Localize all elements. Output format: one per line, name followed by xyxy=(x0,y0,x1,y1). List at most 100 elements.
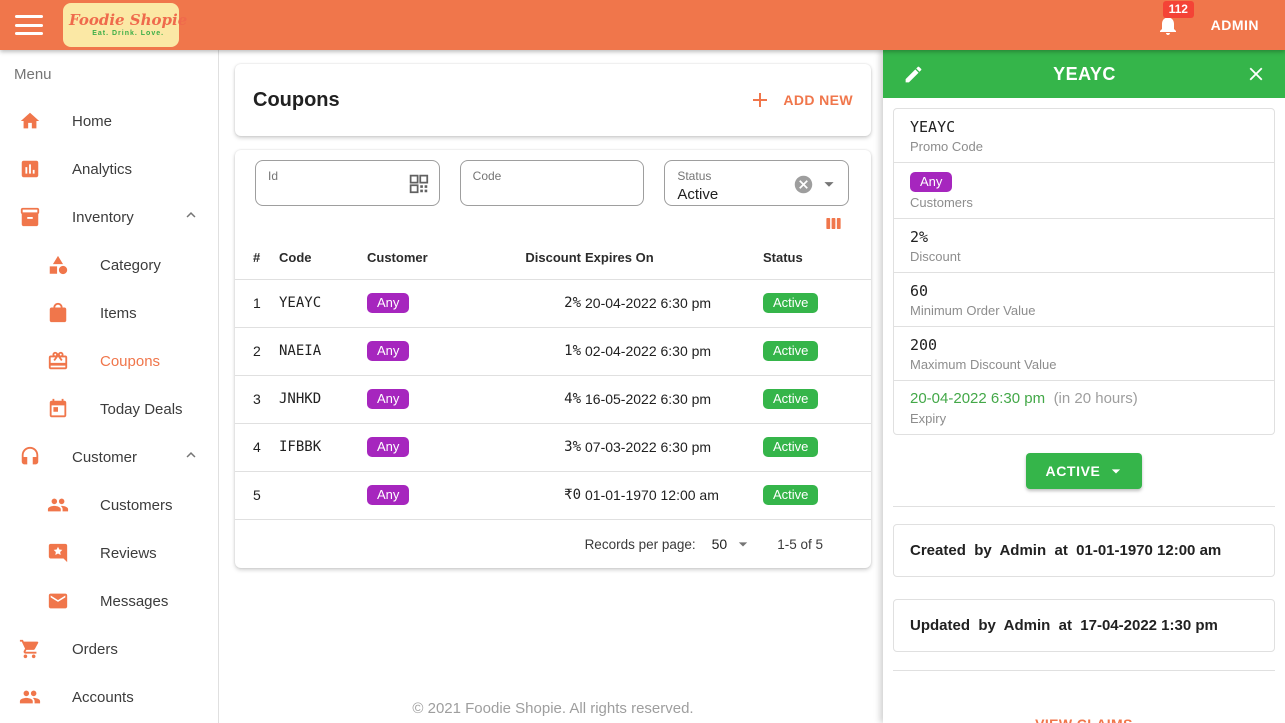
detail-label: Promo Code xyxy=(910,139,983,154)
coupons-table-card: Id Code Status Active # Code Customer Di… xyxy=(235,150,871,568)
sidebar-item-customers[interactable]: Customers xyxy=(0,481,218,529)
detail-row-customers: Any Customers xyxy=(894,162,1274,218)
cart-icon xyxy=(19,638,41,660)
headset-icon xyxy=(19,446,41,468)
detail-label: Discount xyxy=(910,249,961,264)
inventory-icon xyxy=(19,206,41,228)
sidebar-item-label: Messages xyxy=(100,592,169,610)
col-header-expires: Expires On xyxy=(585,250,654,266)
add-new-button[interactable]: ADD NEW xyxy=(748,88,853,112)
cell-code: JNHKD xyxy=(279,374,367,423)
groups-icon xyxy=(47,494,69,516)
shopping-bag-icon xyxy=(47,302,69,324)
app-logo[interactable]: Foodie Shopie Eat. Drink. Love. xyxy=(63,3,187,47)
sidebar: Menu Home Analytics Inventory Category I… xyxy=(0,50,219,723)
records-per-page-select[interactable]: 50 xyxy=(712,536,728,552)
dropdown-arrow-icon xyxy=(1112,469,1121,474)
sidebar-item-label: Category xyxy=(100,256,161,274)
table-row[interactable]: 2 NAEIA Any 1% 02-04-2022 6:30 pm Active xyxy=(235,326,871,375)
cell-num: 3 xyxy=(235,374,279,423)
page-title: Coupons xyxy=(253,88,340,111)
customer-chip: Any xyxy=(367,341,410,361)
sidebar-item-coupons[interactable]: Coupons xyxy=(0,337,218,385)
sidebar-item-label: Accounts xyxy=(72,688,134,706)
sidebar-item-label: Analytics xyxy=(72,160,133,178)
sidebar-item-label: Customers xyxy=(100,496,173,514)
sidebar-item-label: Inventory xyxy=(72,208,134,226)
table-row[interactable]: 1 YEAYC Any 2% 20-04-2022 6:30 pm Active xyxy=(235,278,871,327)
table-row[interactable]: 3 JNHKD Any 4% 16-05-2022 6:30 pm Active xyxy=(235,374,871,423)
sidebar-item-inventory[interactable]: Inventory xyxy=(0,193,218,241)
status-button-label: ACTIVE xyxy=(1045,463,1101,479)
cell-discount: 4% xyxy=(493,374,585,423)
detail-row-promo-code: YEAYC Promo Code xyxy=(894,109,1274,162)
table-row[interactable]: 5 Any ₹0 01-01-1970 12:00 am Active xyxy=(235,470,871,519)
code-filter-input[interactable]: Code xyxy=(459,160,645,206)
sidebar-item-category[interactable]: Category xyxy=(0,241,218,289)
clear-status-icon[interactable] xyxy=(793,174,814,200)
view-claims-button[interactable]: VIEW CLAIMS xyxy=(883,716,1285,723)
main-content: Coupons ADD NEW Id Code Status Active # … xyxy=(219,50,883,723)
cell-code: IFBBK xyxy=(279,422,367,471)
dropdown-arrow-icon[interactable] xyxy=(818,173,840,200)
status-chip: Active xyxy=(763,389,819,409)
discount-value: 2% xyxy=(910,228,929,246)
edit-coupon-button[interactable] xyxy=(903,64,924,85)
chevron-up-icon[interactable] xyxy=(182,446,200,468)
close-panel-button[interactable] xyxy=(1245,63,1267,85)
column-settings-icon[interactable] xyxy=(824,214,843,233)
status-filter-select[interactable]: Status Active xyxy=(664,160,850,206)
id-filter-input[interactable]: Id xyxy=(255,160,440,206)
sidebar-item-customer[interactable]: Customer xyxy=(0,433,218,481)
cell-expires: 16-05-2022 6:30 pm xyxy=(585,374,763,423)
calendar-icon xyxy=(47,398,69,420)
customer-chip: Any xyxy=(367,293,410,313)
divider xyxy=(893,506,1275,507)
sidebar-item-today-deals[interactable]: Today Deals xyxy=(0,385,218,433)
admin-user-menu[interactable]: ADMIN xyxy=(1211,17,1259,33)
detail-row-max-discount: 200 Maximum Discount Value xyxy=(894,326,1274,380)
coupon-detail-card: YEAYC Promo Code Any Customers 2% Discou… xyxy=(893,108,1275,435)
sidebar-item-analytics[interactable]: Analytics xyxy=(0,145,218,193)
col-header-num: # xyxy=(253,250,261,266)
hamburger-menu-icon[interactable] xyxy=(15,15,43,35)
code-filter-label: Code xyxy=(472,169,502,183)
notifications-button[interactable]: 112 xyxy=(1156,1,1194,37)
cell-expires: 01-01-1970 12:00 am xyxy=(585,470,763,519)
cell-discount: 2% xyxy=(493,278,585,327)
close-icon xyxy=(1249,67,1263,81)
detail-row-expiry: 20-04-2022 6:30 pm (in 20 hours) Expiry xyxy=(894,380,1274,434)
records-per-page-label: Records per page: xyxy=(584,536,696,552)
status-dropdown-button[interactable]: ACTIVE xyxy=(1025,453,1143,489)
sidebar-item-items[interactable]: Items xyxy=(0,289,218,337)
status-chip: Active xyxy=(763,437,819,457)
detail-label: Expiry xyxy=(910,411,947,426)
sidebar-item-label: Items xyxy=(100,304,137,322)
sidebar-item-reviews[interactable]: Reviews xyxy=(0,529,218,577)
sidebar-item-label: Customer xyxy=(72,448,138,466)
sidebar-item-messages[interactable]: Messages xyxy=(0,577,218,625)
people-icon xyxy=(19,686,41,708)
sidebar-item-orders[interactable]: Orders xyxy=(0,625,218,673)
home-icon xyxy=(19,110,41,132)
cell-expires: 20-04-2022 6:30 pm xyxy=(585,278,763,327)
cell-num: 1 xyxy=(235,278,279,327)
records-per-page-arrow-icon[interactable] xyxy=(733,534,753,554)
mail-icon xyxy=(47,590,69,612)
sidebar-item-label: Reviews xyxy=(100,544,157,562)
pencil-icon xyxy=(905,66,922,82)
qr-scan-icon[interactable] xyxy=(408,173,429,199)
table-row[interactable]: 4 IFBBK Any 3% 07-03-2022 6:30 pm Active xyxy=(235,422,871,471)
expiry-date-value: 20-04-2022 6:30 pm xyxy=(910,390,1046,407)
pagination-range: 1-5 of 5 xyxy=(777,536,823,552)
table-header-row: # Code Customer Discount Expires On Stat… xyxy=(235,237,871,279)
chevron-up-icon[interactable] xyxy=(182,206,200,228)
cell-expires: 02-04-2022 6:30 pm xyxy=(585,326,763,375)
category-icon xyxy=(47,254,69,276)
plus-icon xyxy=(753,93,768,107)
sidebar-item-accounts[interactable]: Accounts xyxy=(0,673,218,721)
cell-num: 2 xyxy=(235,326,279,375)
cell-discount: ₹0 xyxy=(493,470,585,519)
sidebar-item-home[interactable]: Home xyxy=(0,97,218,145)
detail-row-discount: 2% Discount xyxy=(894,218,1274,272)
